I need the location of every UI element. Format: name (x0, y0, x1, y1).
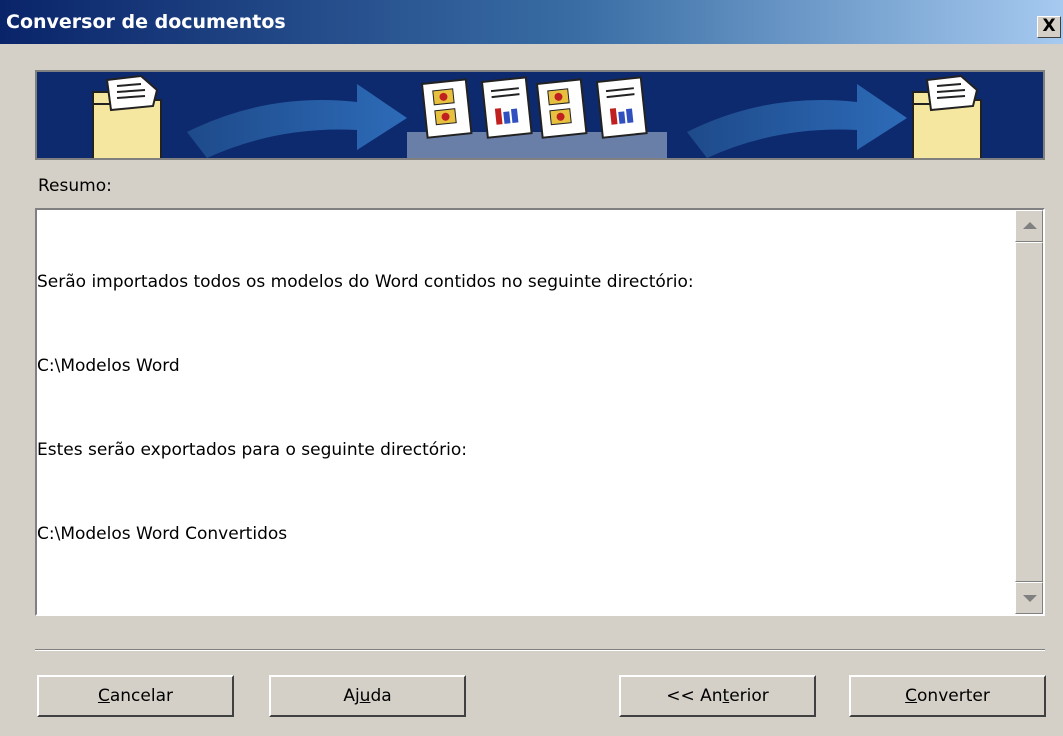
previous-button[interactable]: << Anterior (619, 675, 816, 717)
summary-line: Serão importados todos os modelos do Wor… (37, 272, 694, 292)
scroll-thumb[interactable] (1015, 242, 1043, 582)
summary-label: Resumo: (38, 176, 112, 196)
scroll-up-button[interactable] (1015, 210, 1043, 242)
arrow-icon (687, 84, 907, 158)
summary-textarea[interactable]: Serão importados todos os modelos do Wor… (35, 208, 1045, 616)
arrow-up-icon (1023, 222, 1037, 229)
title-bar: Conversor de documentos X (0, 0, 1063, 44)
scroll-down-button[interactable] (1015, 582, 1043, 614)
source-folder-icon (92, 74, 162, 158)
summary-line: Estes serão exportados para o seguinte d… (37, 440, 468, 460)
target-folder-icon (912, 74, 982, 158)
help-button[interactable]: Ajuda (269, 675, 466, 717)
window-title: Conversor de documentos (6, 11, 286, 33)
arrow-down-icon (1023, 595, 1037, 602)
close-button[interactable]: X (1037, 16, 1061, 38)
vertical-scrollbar[interactable] (1015, 210, 1043, 614)
summary-line: C:\Modelos Word Convertidos (37, 524, 288, 544)
arrow-icon (187, 84, 407, 158)
wizard-banner (35, 70, 1045, 160)
summary-line: C:\Modelos Word (37, 356, 180, 376)
convert-button[interactable]: Converter (849, 675, 1046, 717)
separator (35, 649, 1045, 651)
documents-icon (407, 76, 667, 158)
summary-text: Serão importados todos os modelos do Wor… (37, 212, 1007, 604)
cancel-button[interactable]: Cancelar (37, 675, 234, 717)
